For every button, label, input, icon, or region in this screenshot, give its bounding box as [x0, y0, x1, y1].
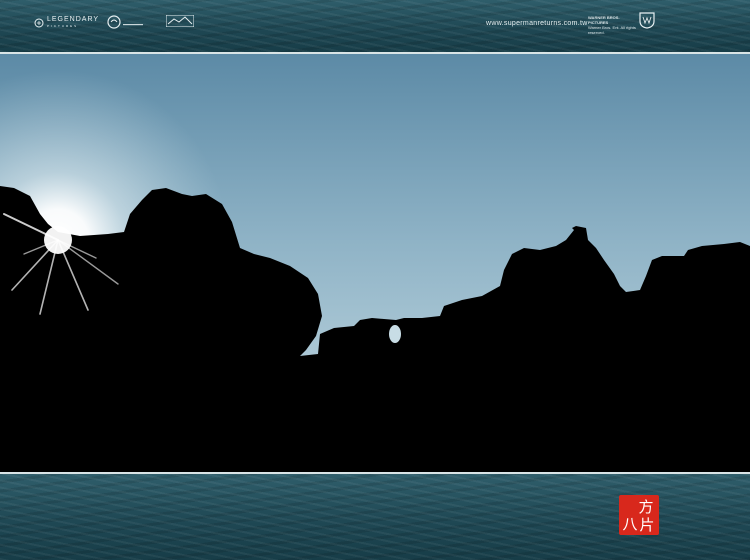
- sun: [44, 226, 72, 254]
- rock-arch-hole: [389, 325, 401, 343]
- top-banner: LEGENDARY PICTURES www.supermanreturns.c…: [0, 0, 750, 52]
- legendary-logo-text: LEGENDARY: [47, 16, 100, 23]
- seal-char-3: 片: [639, 516, 654, 534]
- seal-char-1: 方: [638, 498, 653, 516]
- dc-logo-icon: [107, 15, 143, 29]
- credit-line-2: Warner Bros. Ent. All rights reserved.: [588, 25, 636, 35]
- site-url: www.supermanreturns.com.tw: [486, 20, 588, 27]
- sunset-rock-photo: [0, 54, 750, 472]
- wb-shield-icon: [639, 12, 655, 29]
- legendary-logo-subtext: PICTURES: [47, 24, 79, 28]
- copyright-credit: WARNER BROS. PICTURES Warner Bros. Ent. …: [588, 15, 638, 35]
- studio-logo-icon: [166, 15, 194, 27]
- credit-line-1: WARNER BROS. PICTURES: [588, 15, 620, 25]
- legendary-logo: LEGENDARY PICTURES: [34, 16, 99, 30]
- seal-char-2: 八: [622, 515, 637, 533]
- red-seal-stamp: 方 八 片: [619, 495, 659, 535]
- legendary-mark-icon: [34, 18, 44, 28]
